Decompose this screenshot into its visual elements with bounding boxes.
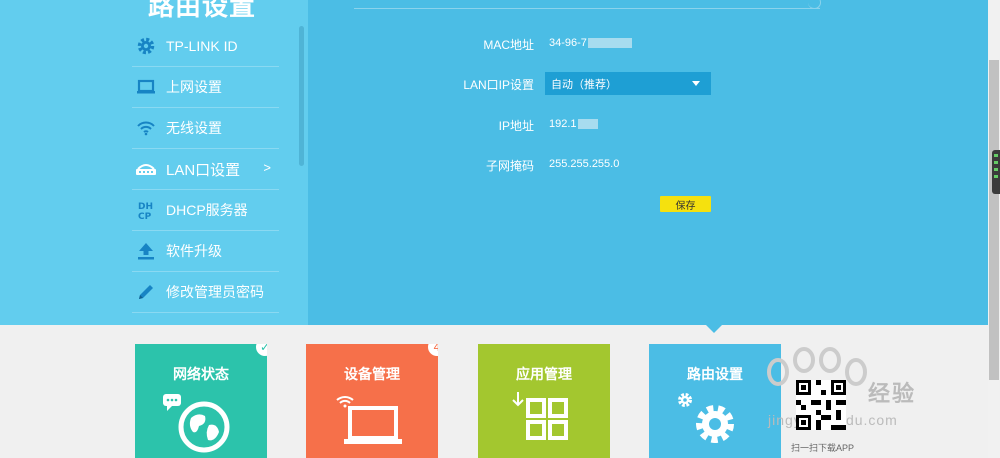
dhcp-icon: DH CP <box>134 200 158 221</box>
router-icon <box>134 159 158 179</box>
qr-code <box>796 380 846 430</box>
tile-label: 网络状态 <box>173 366 229 382</box>
side-toolbar-handle[interactable] <box>992 150 1000 194</box>
sidebar-item-dhcp[interactable]: DH CP DHCP服务器 <box>132 190 279 231</box>
mac-value: 34-96-7 <box>549 37 587 49</box>
laptop-icon <box>134 77 158 97</box>
apps-grid-icon <box>512 392 568 440</box>
subnet-mask-label: 子网掩码 <box>485 159 534 173</box>
ip-address-field: 192.1 <box>549 118 598 130</box>
svg-text:DH: DH <box>138 202 153 212</box>
check-icon: ✓ <box>254 344 267 358</box>
tile-label: 应用管理 <box>516 366 572 382</box>
sidebar-item-tplink-id[interactable]: TP-LINK ID <box>132 26 279 67</box>
ip-address-label: IP地址 <box>498 119 534 133</box>
qr-caption: 扫一扫下载APP <box>791 443 855 453</box>
save-button[interactable]: 保存 <box>660 196 711 212</box>
lan-ip-mode-select[interactable]: 自动（推荐） <box>545 72 711 95</box>
sidebar-item-label: 软件升级 <box>166 243 222 259</box>
sidebar: 路由设置 TP-LINK ID 上网设置 无线设置 LAN口设置 > DH CP … <box>0 0 308 325</box>
sidebar-item-internet[interactable]: 上网设置 <box>132 67 279 108</box>
sidebar-item-admin-password[interactable]: 修改管理员密码 <box>132 272 279 313</box>
tile-label: 设备管理 <box>344 366 400 382</box>
sidebar-item-wireless[interactable]: 无线设置 <box>132 108 279 149</box>
redaction-blur <box>587 38 632 49</box>
pencil-icon <box>134 282 158 302</box>
sidebar-item-lan[interactable]: LAN口设置 > <box>132 149 279 190</box>
sidebar-item-label: 无线设置 <box>166 120 222 136</box>
sidebar-title: 路由设置 <box>148 0 257 21</box>
gears-icon <box>678 393 734 443</box>
notification-badge: 4 <box>426 344 438 358</box>
ip-address-value: 192.1 <box>549 118 577 130</box>
globe-icon <box>163 394 230 453</box>
page-scrollbar-thumb[interactable] <box>989 60 999 380</box>
tile-device-management[interactable]: 设备管理 4 <box>306 344 438 458</box>
dropdown-caret-icon <box>692 81 700 86</box>
sidebar-item-label: 上网设置 <box>166 79 222 95</box>
section-divider <box>354 8 820 9</box>
sidebar-item-label: LAN口设置 <box>166 161 241 179</box>
chevron-right-icon: > <box>263 160 271 175</box>
wifi-icon <box>134 118 158 138</box>
lan-ip-mode-value: 自动（推荐） <box>551 78 617 91</box>
subnet-mask-value: 255.255.255.0 <box>549 158 620 170</box>
svg-text:CP: CP <box>138 212 152 221</box>
gear-icon <box>134 36 158 56</box>
redaction-blur <box>577 119 598 130</box>
tile-network-status[interactable]: 网络状态 ✓ <box>135 344 267 458</box>
active-tile-pointer <box>706 325 722 333</box>
tile-app-management[interactable]: 应用管理 <box>478 344 610 458</box>
watermark-brand: 经验 <box>868 381 917 406</box>
sidebar-item-label: 修改管理员密码 <box>166 284 264 300</box>
upload-icon <box>134 241 158 261</box>
sidebar-scrollbar[interactable] <box>299 26 304 166</box>
sidebar-item-label: TP-LINK ID <box>166 38 238 54</box>
sidebar-item-firmware[interactable]: 软件升级 <box>132 231 279 272</box>
sidebar-item-label: DHCP服务器 <box>166 202 248 218</box>
laptop-wifi-icon <box>336 396 402 444</box>
lan-ip-mode-label: LAN口IP设置 <box>463 78 534 92</box>
mac-label: MAC地址 <box>483 38 534 52</box>
mac-value-field: 34-96-7 <box>549 37 632 49</box>
